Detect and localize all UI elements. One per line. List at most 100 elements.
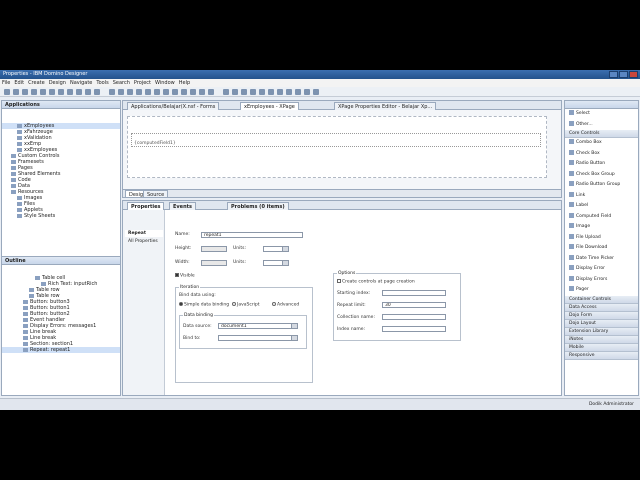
collection-name-input[interactable]: [382, 314, 446, 320]
palette-item[interactable]: Radio Button Group: [565, 180, 638, 191]
properties-tab[interactable]: Problems (0 items): [227, 202, 289, 210]
palette-item[interactable]: Check Box Group: [565, 170, 638, 181]
toolbar-button-icon[interactable]: [136, 89, 142, 95]
toolbar-button-icon[interactable]: [304, 89, 310, 95]
tree-item[interactable]: Style Sheets: [2, 213, 120, 219]
toolbar-button-icon[interactable]: [85, 89, 91, 95]
width-input[interactable]: [201, 260, 227, 266]
palette-category[interactable]: Dojo Form: [565, 311, 638, 320]
index-name-input[interactable]: [382, 326, 446, 332]
editor-tab[interactable]: xEmployees - XPage: [240, 102, 299, 110]
palette-item[interactable]: Select: [565, 109, 638, 120]
menu-search[interactable]: Search: [113, 80, 130, 86]
toolbar-button-icon[interactable]: [58, 89, 64, 95]
toolbar-button-icon[interactable]: [172, 89, 178, 95]
toolbar-button-icon[interactable]: [250, 89, 256, 95]
palette-item[interactable]: Date Time Picker: [565, 254, 638, 265]
palette-category[interactable]: Data Access: [565, 303, 638, 312]
menu-design[interactable]: Design: [49, 80, 66, 86]
menu-create[interactable]: Create: [28, 80, 45, 86]
menu-window[interactable]: Window: [155, 80, 175, 86]
palette-item[interactable]: Pager: [565, 285, 638, 296]
toolbar-button-icon[interactable]: [241, 89, 247, 95]
palette-category[interactable]: Container Controls: [565, 295, 638, 304]
toolbar-button-icon[interactable]: [94, 89, 100, 95]
toolbar-button-icon[interactable]: [31, 89, 37, 95]
nav-repeat[interactable]: Repeat: [125, 230, 163, 237]
toolbar-button-icon[interactable]: [76, 89, 82, 95]
palette-category[interactable]: Dojo Layout: [565, 319, 638, 328]
palette-item[interactable]: Link: [565, 191, 638, 202]
option-simple-binding[interactable]: Simple data binding: [179, 302, 229, 308]
toolbar-button-icon[interactable]: [277, 89, 283, 95]
palette-item[interactable]: File Upload: [565, 233, 638, 244]
toolbar-button-icon[interactable]: [199, 89, 205, 95]
close-button[interactable]: [629, 71, 638, 78]
starting-index-input[interactable]: [382, 290, 446, 296]
toolbar-button-icon[interactable]: [313, 89, 319, 95]
palette-category[interactable]: Mobile: [565, 343, 638, 352]
height-units-select[interactable]: [263, 246, 289, 252]
toolbar-button-icon[interactable]: [145, 89, 151, 95]
nav-all-properties[interactable]: All Properties: [125, 238, 163, 245]
height-input[interactable]: [201, 246, 227, 252]
maximize-button[interactable]: [619, 71, 628, 78]
tree-item[interactable]: Repeat: repeat1: [2, 347, 120, 353]
toolbar-button-icon[interactable]: [109, 89, 115, 95]
palette-item[interactable]: Combo Box: [565, 138, 638, 149]
palette-category[interactable]: Responsive: [565, 351, 638, 360]
palette-item[interactable]: Image: [565, 222, 638, 233]
menu-edit[interactable]: Edit: [14, 80, 24, 86]
palette-category[interactable]: iNotes: [565, 335, 638, 344]
toolbar-button-icon[interactable]: [22, 89, 28, 95]
palette-item[interactable]: Other...: [565, 120, 638, 131]
tab-source[interactable]: Source: [143, 190, 169, 197]
create-controls-option[interactable]: Create controls at page creation: [337, 279, 415, 285]
palette-item[interactable]: File Download: [565, 243, 638, 254]
palette-item[interactable]: Label: [565, 201, 638, 212]
menu-tools[interactable]: Tools: [96, 80, 108, 86]
data-source-select[interactable]: document1: [218, 323, 298, 329]
visible-checkbox[interactable]: [175, 273, 179, 277]
visible-option[interactable]: Visible: [175, 273, 195, 279]
menu-help[interactable]: Help: [179, 80, 190, 86]
toolbar-button-icon[interactable]: [181, 89, 187, 95]
menu-project[interactable]: Project: [134, 80, 151, 86]
toolbar-button-icon[interactable]: [127, 89, 133, 95]
menu-file[interactable]: File: [2, 80, 10, 86]
toolbar-button-icon[interactable]: [208, 89, 214, 95]
minimize-button[interactable]: [609, 71, 618, 78]
name-input[interactable]: repeat1: [201, 232, 303, 238]
core-controls-category[interactable]: Core Controls: [565, 130, 638, 138]
xpage-canvas[interactable]: {computedField1}: [127, 116, 547, 178]
option-javascript[interactable]: JavaScript: [232, 302, 260, 308]
toolbar-button-icon[interactable]: [259, 89, 265, 95]
toolbar-button-icon[interactable]: [268, 89, 274, 95]
option-advanced[interactable]: Advanced: [272, 302, 299, 308]
repeat-limit-input[interactable]: 30: [382, 302, 446, 308]
palette-item[interactable]: Computed Field: [565, 212, 638, 223]
editor-tab[interactable]: Applications/Belajar(X.nsf - Forms: [127, 102, 220, 110]
palette-item[interactable]: Check Box: [565, 149, 638, 160]
bind-to-select[interactable]: [218, 335, 298, 341]
toolbar-button-icon[interactable]: [67, 89, 73, 95]
toolbar-button-icon[interactable]: [232, 89, 238, 95]
toolbar-button-icon[interactable]: [118, 89, 124, 95]
width-units-select[interactable]: [263, 260, 289, 266]
repeat-control[interactable]: [131, 133, 541, 147]
properties-tab[interactable]: Events: [169, 202, 196, 210]
menu-navigate[interactable]: Navigate: [70, 80, 92, 86]
toolbar-button-icon[interactable]: [13, 89, 19, 95]
toolbar-button-icon[interactable]: [154, 89, 160, 95]
editor-tab[interactable]: XPage Properties Editor - Belajar Xp...: [334, 102, 437, 110]
toolbar-button-icon[interactable]: [223, 89, 229, 95]
properties-tab[interactable]: Properties: [127, 202, 165, 210]
toolbar-button-icon[interactable]: [295, 89, 301, 95]
toolbar-button-icon[interactable]: [163, 89, 169, 95]
palette-item[interactable]: Radio Button: [565, 159, 638, 170]
toolbar-button-icon[interactable]: [286, 89, 292, 95]
toolbar-button-icon[interactable]: [190, 89, 196, 95]
palette-item[interactable]: Display Errors: [565, 275, 638, 286]
toolbar-button-icon[interactable]: [40, 89, 46, 95]
palette-item[interactable]: Display Error: [565, 264, 638, 275]
